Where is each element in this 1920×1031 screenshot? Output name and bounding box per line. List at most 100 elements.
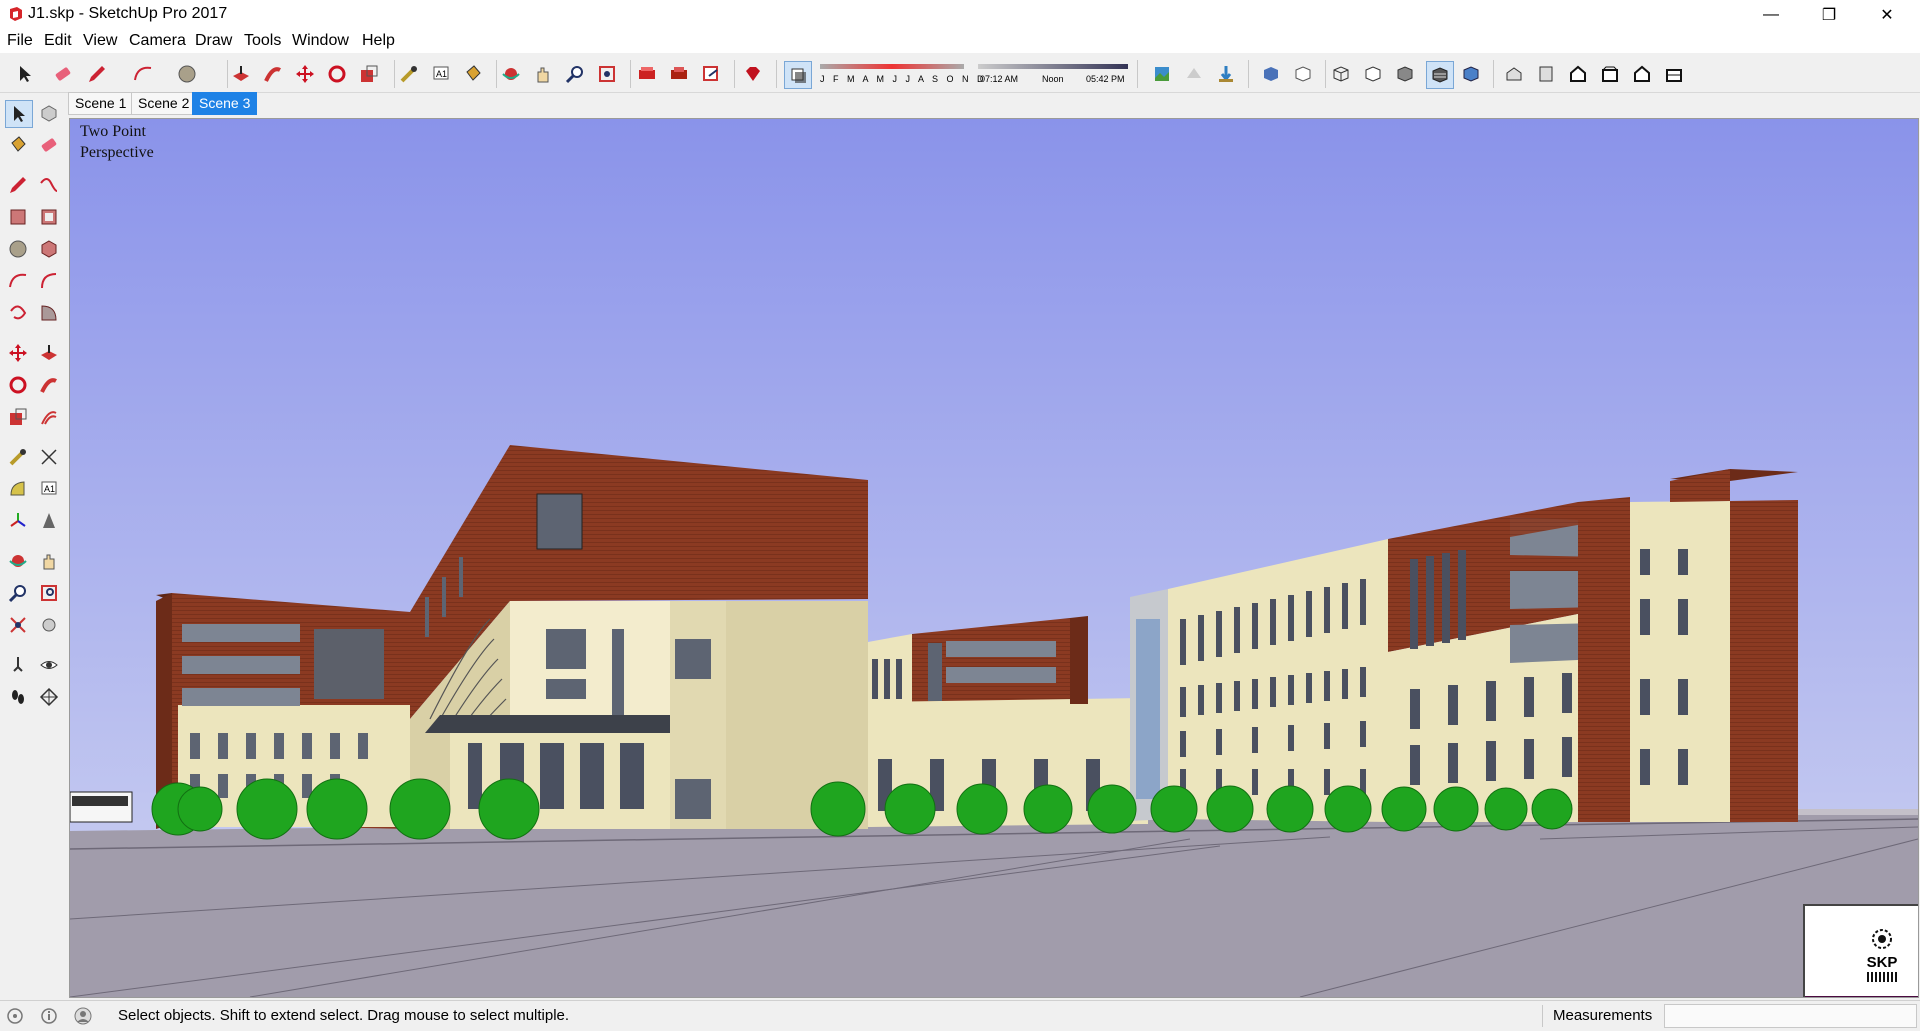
orbit-tool[interactable] xyxy=(5,548,31,574)
menu-window[interactable]: Window xyxy=(292,32,349,50)
extension-warehouse-button[interactable] xyxy=(668,63,690,85)
close-button[interactable]: ✕ xyxy=(1858,0,1916,29)
push-pull-button[interactable] xyxy=(230,63,252,85)
date-slider[interactable]: J F M A M J J A S O N D xyxy=(820,62,984,86)
menu-draw[interactable]: Draw xyxy=(195,32,232,50)
zoom-icon xyxy=(565,66,583,84)
push-pull-tool[interactable] xyxy=(36,340,62,366)
wireframe-button[interactable] xyxy=(1330,63,1352,85)
scale-tool[interactable] xyxy=(5,404,31,430)
photo-texture-button[interactable] xyxy=(1151,63,1173,85)
orbit-button[interactable] xyxy=(500,63,522,85)
look-around-tool[interactable] xyxy=(36,652,62,678)
rectangle-tool[interactable] xyxy=(5,204,31,230)
zoom-extents-icon xyxy=(599,66,615,82)
shaded-button[interactable] xyxy=(1394,63,1416,85)
paint-tool[interactable] xyxy=(5,132,31,158)
rotate-tool[interactable] xyxy=(5,372,31,398)
text-tool[interactable]: A1 xyxy=(36,476,62,502)
minimize-button[interactable]: — xyxy=(1742,0,1800,29)
rotate-tool-button[interactable] xyxy=(326,63,348,85)
polygon-tool[interactable] xyxy=(36,236,62,262)
menu-view[interactable]: View xyxy=(83,32,117,50)
left-view-button[interactable] xyxy=(1663,63,1685,85)
walk-tool[interactable] xyxy=(5,684,31,710)
month-labels: J F M A M J J A S O N D xyxy=(820,74,987,84)
two-point-arc-tool[interactable] xyxy=(36,268,62,294)
tape-measure-tool[interactable] xyxy=(5,444,31,470)
section-plane-tool[interactable] xyxy=(36,684,62,710)
tab-scene-1[interactable]: Scene 1 xyxy=(68,92,134,115)
offset-tool[interactable] xyxy=(36,404,62,430)
pan-button[interactable] xyxy=(532,63,554,85)
arc-tool-button[interactable] xyxy=(132,63,154,85)
status-bar: Select objects. Shift to extend select. … xyxy=(0,1000,1920,1031)
shape-tool-button[interactable] xyxy=(176,63,198,85)
geo-location-icon[interactable] xyxy=(6,1007,24,1025)
eraser-tool-button[interactable] xyxy=(52,63,74,85)
iso-view-button[interactable] xyxy=(1503,63,1525,85)
select-tool-button[interactable] xyxy=(14,63,36,85)
user-account-icon[interactable] xyxy=(74,1007,92,1025)
shaded-textures-button[interactable] xyxy=(1426,61,1454,89)
send-to-layout-button[interactable] xyxy=(700,63,722,85)
tab-scene-2[interactable]: Scene 2 xyxy=(131,92,197,115)
circle-tool[interactable] xyxy=(5,236,31,262)
info-icon[interactable] xyxy=(40,1007,58,1025)
zoom-extents-tool[interactable] xyxy=(5,612,31,638)
select-tool[interactable] xyxy=(5,100,33,128)
shadows-toggle-button[interactable] xyxy=(784,61,812,89)
paint-bucket-button[interactable] xyxy=(462,63,484,85)
pencil-tool-button[interactable] xyxy=(86,63,108,85)
tab-scene-3[interactable]: Scene 3 xyxy=(192,92,258,115)
scale-tool-button[interactable] xyxy=(358,63,380,85)
back-view-button[interactable] xyxy=(1631,63,1653,85)
maximize-button[interactable]: ❐ xyxy=(1800,0,1858,29)
position-camera-tool[interactable] xyxy=(5,652,31,678)
menu-edit[interactable]: Edit xyxy=(44,32,72,50)
zoom-extents-button[interactable] xyxy=(596,63,618,85)
previous-view-tool[interactable] xyxy=(36,612,62,638)
3d-warehouse-button[interactable] xyxy=(636,63,658,85)
model-viewport[interactable]: Two Point Perspective SKP xyxy=(69,118,1919,998)
protractor-tool[interactable] xyxy=(5,476,31,502)
pan-tool[interactable] xyxy=(36,548,62,574)
menu-tools[interactable]: Tools xyxy=(244,32,281,50)
rotated-rectangle-tool[interactable] xyxy=(36,204,62,230)
top-view-button[interactable] xyxy=(1535,63,1557,85)
axes-tool[interactable] xyxy=(5,508,31,534)
line-tool[interactable] xyxy=(5,172,31,198)
xray-button[interactable] xyxy=(1260,63,1282,85)
hidden-line-button[interactable] xyxy=(1362,63,1384,85)
follow-me-tool[interactable] xyxy=(36,372,62,398)
move-tool-button[interactable] xyxy=(294,63,316,85)
toggle-terrain-button[interactable] xyxy=(1215,63,1237,85)
monochrome-button[interactable] xyxy=(1460,63,1482,85)
zoom-tool[interactable] xyxy=(5,580,31,606)
arc-tool[interactable] xyxy=(5,268,31,294)
tape-measure-button[interactable] xyxy=(398,63,420,85)
menu-file[interactable]: File xyxy=(7,32,33,50)
right-view-button[interactable] xyxy=(1599,63,1621,85)
three-point-arc-tool[interactable] xyxy=(5,300,31,326)
component-tool[interactable] xyxy=(36,100,62,126)
front-view-button[interactable] xyxy=(1567,63,1589,85)
pie-tool[interactable] xyxy=(36,300,62,326)
ruby-console-button[interactable] xyxy=(742,63,764,85)
text-tool-button[interactable]: A1 xyxy=(430,63,452,85)
move-tool[interactable] xyxy=(5,340,31,366)
freehand-tool[interactable] xyxy=(36,172,62,198)
follow-me-icon xyxy=(40,378,57,393)
measurements-input[interactable] xyxy=(1664,1004,1917,1028)
follow-me-button[interactable] xyxy=(262,63,284,85)
time-slider[interactable]: 07:12 AM Noon 05:42 PM xyxy=(978,62,1130,86)
dimension-tool[interactable] xyxy=(36,444,62,470)
zoom-button[interactable] xyxy=(564,63,586,85)
eraser-tool[interactable] xyxy=(36,132,62,158)
add-location-button[interactable] xyxy=(1183,63,1205,85)
3d-text-tool[interactable] xyxy=(36,508,62,534)
zoom-window-tool[interactable] xyxy=(36,580,62,606)
back-edges-button[interactable] xyxy=(1292,63,1314,85)
menu-help[interactable]: Help xyxy=(362,32,395,50)
menu-camera[interactable]: Camera xyxy=(129,32,186,50)
